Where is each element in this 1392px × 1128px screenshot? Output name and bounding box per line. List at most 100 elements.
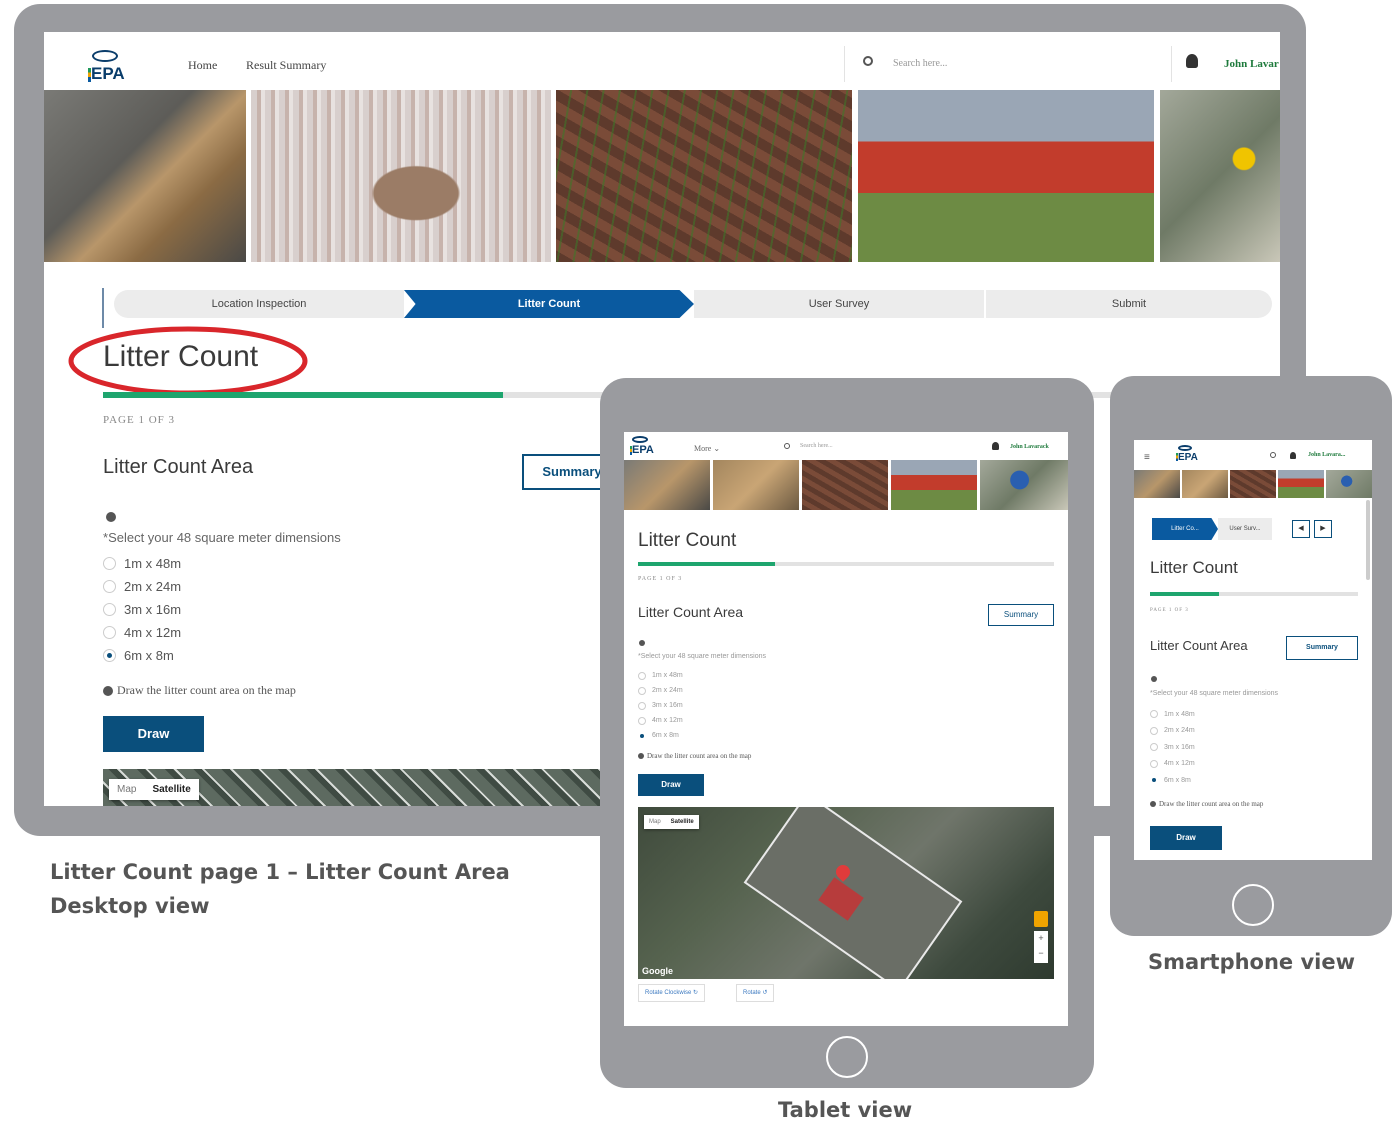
radio-button-selected[interactable] [1150,776,1158,784]
radio-button[interactable] [103,557,116,570]
banner-photo-phone [251,90,551,262]
section-title: Litter Count Area [103,456,254,478]
radio-option-selected[interactable]: 6m x 8m [103,644,181,667]
zoom-control[interactable]: + − [1034,931,1048,963]
map-tab[interactable]: Map [644,815,666,829]
radio-button[interactable] [1150,743,1158,752]
draw-hint: Draw the litter count area on the map [1150,800,1263,808]
radio-option-selected[interactable]: 6m x 8m [1150,772,1195,789]
required-label: *Select your 48 square meter dimensions [638,653,767,660]
radio-button-selected[interactable] [638,732,646,740]
page-label: PAGE 1 OF 3 [1150,608,1189,613]
radio-option[interactable]: 1m x 48m [638,668,683,683]
step-location-inspection[interactable]: Location Inspection [114,290,404,318]
radio-option[interactable]: 2m x 24m [638,683,683,698]
banner-photo-cigarettes [802,460,888,510]
rotate-clockwise-button[interactable]: Rotate Clockwise ↻ [638,984,706,1002]
radio-button[interactable] [1150,726,1158,735]
draw-button[interactable]: Draw [103,716,204,752]
nav-more-menu[interactable]: More ⌄ [694,444,720,453]
radio-option-selected[interactable]: 6m x 8m [638,728,683,743]
search-icon[interactable] [1270,452,1276,458]
bell-icon[interactable] [992,442,999,450]
map-view[interactable]: Map Satellite + − Google [638,807,1054,979]
radio-button[interactable] [103,626,116,639]
radio-option[interactable]: 4m x 12m [103,621,181,644]
bell-icon[interactable] [1186,54,1198,68]
step-user-survey[interactable]: User Surv... [1218,518,1272,540]
bell-icon[interactable] [1290,452,1296,459]
stepper-prev-button[interactable]: ◀ [1292,520,1310,538]
search-input[interactable]: Search here... [844,46,1172,82]
banner-photo-bag [1182,470,1228,498]
required-label: *Select your 48 square meter dimensions [1150,690,1279,697]
phone-home-button [1232,884,1274,926]
section-title: Litter Count Area [638,604,744,620]
info-icon [103,686,113,697]
step-user-survey[interactable]: User Survey [694,290,984,318]
radio-option[interactable]: 4m x 12m [638,713,683,728]
user-name[interactable]: John Lavara... [1308,452,1345,458]
radio-button[interactable] [638,671,646,680]
epa-logo[interactable]: EPA [630,436,654,456]
radio-option[interactable]: 3m x 16m [1150,739,1195,756]
phone-screen: ≡ EPA John Lavara... Litter Co... User S… [1134,440,1372,860]
draw-hint: Draw the litter count area on the map [103,683,296,698]
nav-home[interactable]: Home [188,58,217,73]
rotate-button[interactable]: Rotate ↺ [736,984,775,1002]
epa-logo[interactable]: EPA [1176,445,1198,463]
annotation-circle [68,326,308,396]
progress-fill [103,392,504,398]
radio-option[interactable]: 2m x 24m [103,575,181,598]
radio-button[interactable] [1150,710,1158,719]
satellite-tab[interactable]: Satellite [144,779,198,800]
tablet-caption: Tablet view [778,1098,913,1122]
user-name[interactable]: John Lavarack [1010,444,1049,450]
radio-button[interactable] [1150,759,1158,768]
hamburger-menu-icon[interactable]: ≡ [1144,452,1150,463]
banner-photo-plants [1160,90,1280,262]
radio-option[interactable]: 1m x 48m [103,552,181,575]
dimension-radio-group: 1m x 48m 2m x 24m 3m x 16m 4m x 12m 6m x… [638,668,683,743]
map-view[interactable]: Map Satellite [103,769,603,806]
radio-option[interactable]: 1m x 48m [1150,706,1195,723]
radio-button[interactable] [638,701,646,710]
banner-photo-bag [713,460,799,510]
section-title: Litter Count Area [1150,638,1248,653]
step-submit[interactable]: Submit [984,290,1272,318]
draw-button[interactable]: Draw [1150,826,1222,850]
radio-option[interactable]: 4m x 12m [1150,756,1195,773]
map-tab[interactable]: Map [109,779,144,800]
epa-logo[interactable]: EPA [88,50,125,84]
radio-option[interactable]: 3m x 16m [638,698,683,713]
summary-button[interactable]: Summary [988,604,1054,626]
satellite-tab[interactable]: Satellite [666,815,699,829]
google-logo: Google [642,966,673,976]
radio-button[interactable] [103,580,116,593]
info-icon[interactable] [1151,676,1157,682]
radio-button[interactable] [638,686,646,695]
info-icon[interactable] [106,512,116,522]
banner-photo-paper-bag [1134,470,1180,498]
summary-button[interactable]: Summary [1286,636,1358,660]
page-title: Litter Count [638,530,737,551]
scrollbar[interactable] [1366,500,1370,580]
radio-option[interactable]: 3m x 16m [103,598,181,621]
info-icon[interactable] [639,640,645,646]
pegman-icon[interactable] [1034,911,1048,927]
progress-bar [1150,592,1358,596]
radio-button-selected[interactable] [103,649,116,662]
tablet-home-button [826,1036,868,1078]
step-litter-count[interactable]: Litter Co... [1152,518,1218,540]
radio-option[interactable]: 2m x 24m [1150,723,1195,740]
step-litter-count[interactable]: Litter Count [404,290,694,318]
stepper-next-button[interactable]: ▶ [1314,520,1332,538]
draw-button[interactable]: Draw [638,774,704,796]
banner-photo-inspectors [891,460,977,510]
user-name[interactable]: John Lavar [1224,58,1279,70]
radio-button[interactable] [638,716,646,725]
search-input[interactable]: Search here... [774,436,984,458]
nav-result-summary[interactable]: Result Summary [246,58,326,73]
radio-button[interactable] [103,603,116,616]
page-label: PAGE 1 OF 3 [638,576,683,582]
